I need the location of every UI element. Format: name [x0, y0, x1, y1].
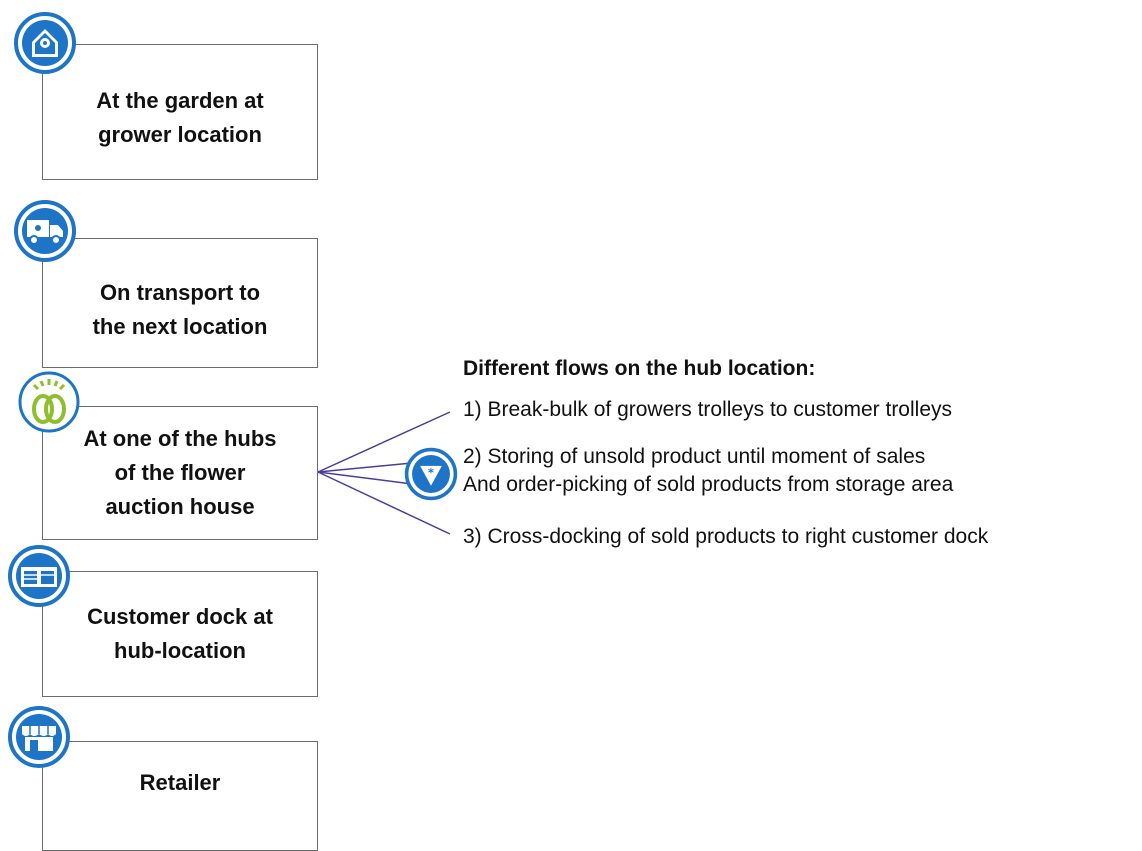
connector-line-3: [317, 471, 413, 485]
step-label-hub: At one of the hubs of the flower auction…: [83, 426, 277, 519]
step-label-retailer: Retailer: [139, 770, 221, 795]
connector-line-2: [317, 462, 413, 473]
truck-icon: [14, 200, 76, 262]
store-icon: [8, 706, 70, 768]
svg-text:*: *: [428, 466, 434, 480]
flow-item-1: 1) Break-bulk of growers trolleys to cus…: [463, 398, 952, 421]
step-label-transport: On transport to the next location: [92, 280, 268, 339]
step-box-hub: At one of the hubs of the flower auction…: [42, 406, 318, 540]
flow-item-2-continued: And order-picking of sold products from …: [463, 473, 954, 496]
storage-badge-icon: *: [403, 446, 459, 502]
step-label-garden: At the garden at grower location: [96, 88, 264, 147]
flows-heading: Different flows on the hub location:: [463, 357, 816, 380]
flow-item-3: 3) Cross-docking of sold products to rig…: [463, 525, 989, 548]
step-box-garden: At the garden at grower location: [42, 44, 318, 180]
tulip-logo-icon: [18, 371, 80, 433]
step-box-customer-dock: Customer dock at hub-location: [42, 571, 318, 697]
step-box-retailer: Retailer: [42, 741, 318, 851]
step-box-transport: On transport to the next location: [42, 238, 318, 368]
flow-item-2: 2) Storing of unsold product until momen…: [463, 445, 926, 468]
step-label-customer-dock: Customer dock at hub-location: [87, 604, 273, 663]
dock-icon: [8, 545, 70, 607]
house-icon: [14, 12, 76, 74]
